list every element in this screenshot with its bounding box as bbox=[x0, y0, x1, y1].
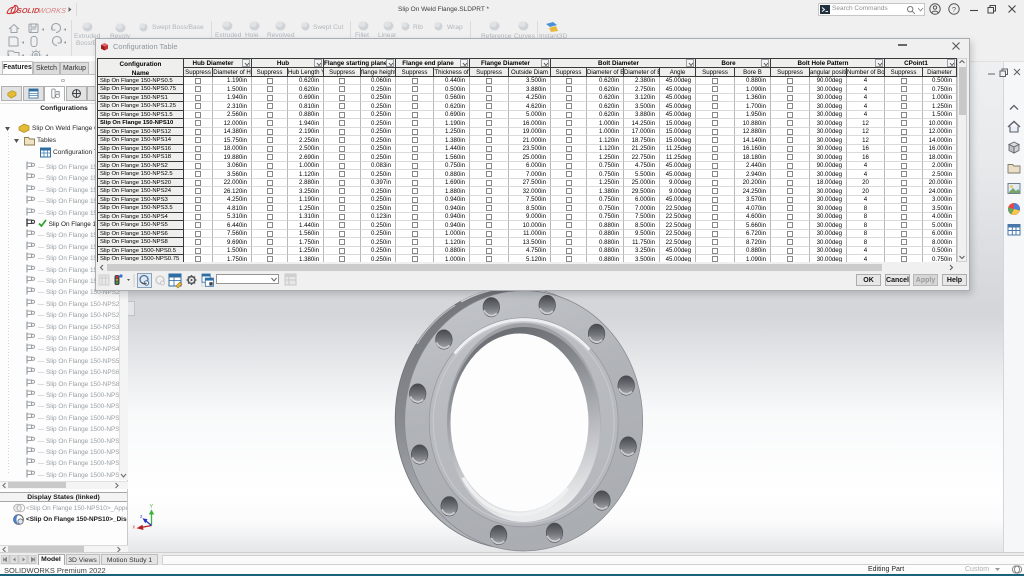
svg-text:z: z bbox=[140, 514, 143, 520]
svg-text:Y: Y bbox=[150, 504, 154, 510]
svg-text:WORKS: WORKS bbox=[38, 6, 67, 15]
svg-text:?: ? bbox=[952, 5, 956, 14]
svg-text:x: x bbox=[133, 525, 136, 531]
